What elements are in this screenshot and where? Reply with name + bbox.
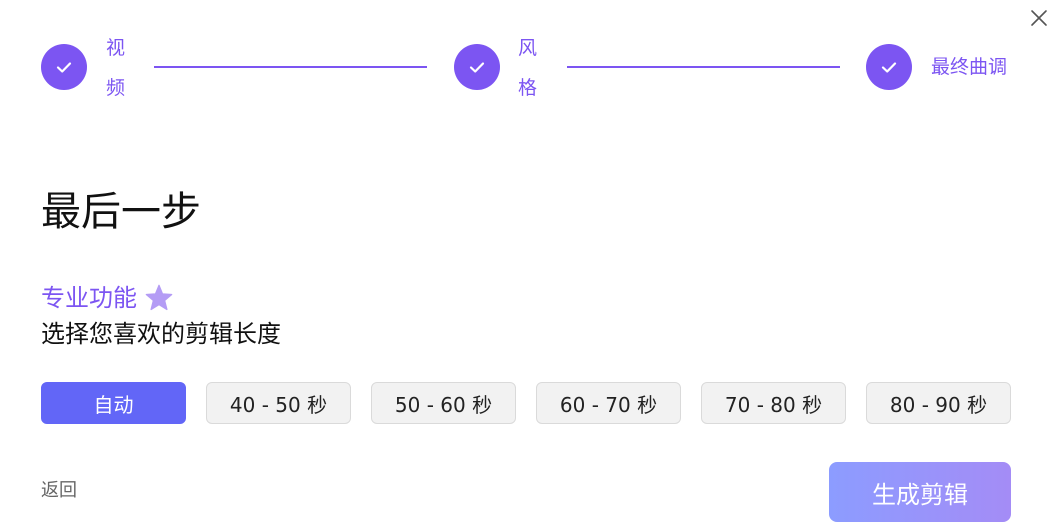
pro-feature-label: 专业功能	[41, 284, 137, 312]
step-1-label: 视频	[106, 37, 126, 99]
step-connector-1	[154, 66, 427, 68]
step-2-complete-indicator	[454, 44, 500, 90]
close-button[interactable]	[1029, 8, 1049, 28]
option-auto[interactable]: 自动	[41, 382, 186, 424]
step-2-label: 风格	[518, 37, 538, 99]
check-icon	[881, 62, 897, 73]
option-40-50s[interactable]: 40 - 50 秒	[206, 382, 351, 424]
option-60-70s[interactable]: 60 - 70 秒	[536, 382, 681, 424]
page-title: 最后一步	[41, 189, 201, 235]
check-icon	[56, 62, 72, 73]
step-connector-2	[567, 66, 840, 68]
clip-length-options: 自动 40 - 50 秒 50 - 60 秒 60 - 70 秒 70 - 80…	[41, 382, 1011, 424]
star-icon	[145, 284, 173, 311]
final-step-dialog: 视频 风格 最终曲调 最后一步 专业功能 选择您喜欢的剪辑长度 自动 40 - …	[0, 0, 1063, 532]
pro-feature-row: 专业功能	[41, 282, 175, 314]
step-3-complete-indicator	[866, 44, 912, 90]
check-icon	[469, 62, 485, 73]
option-50-60s[interactable]: 50 - 60 秒	[371, 382, 516, 424]
generate-clip-button[interactable]: 生成剪辑	[829, 462, 1011, 522]
clip-length-prompt: 选择您喜欢的剪辑长度	[41, 320, 281, 348]
option-80-90s[interactable]: 80 - 90 秒	[866, 382, 1011, 424]
option-70-80s[interactable]: 70 - 80 秒	[701, 382, 846, 424]
step-3-label: 最终曲调	[931, 56, 1008, 78]
back-button[interactable]: 返回	[41, 478, 77, 504]
step-1-complete-indicator	[41, 44, 87, 90]
close-icon	[1031, 10, 1047, 26]
